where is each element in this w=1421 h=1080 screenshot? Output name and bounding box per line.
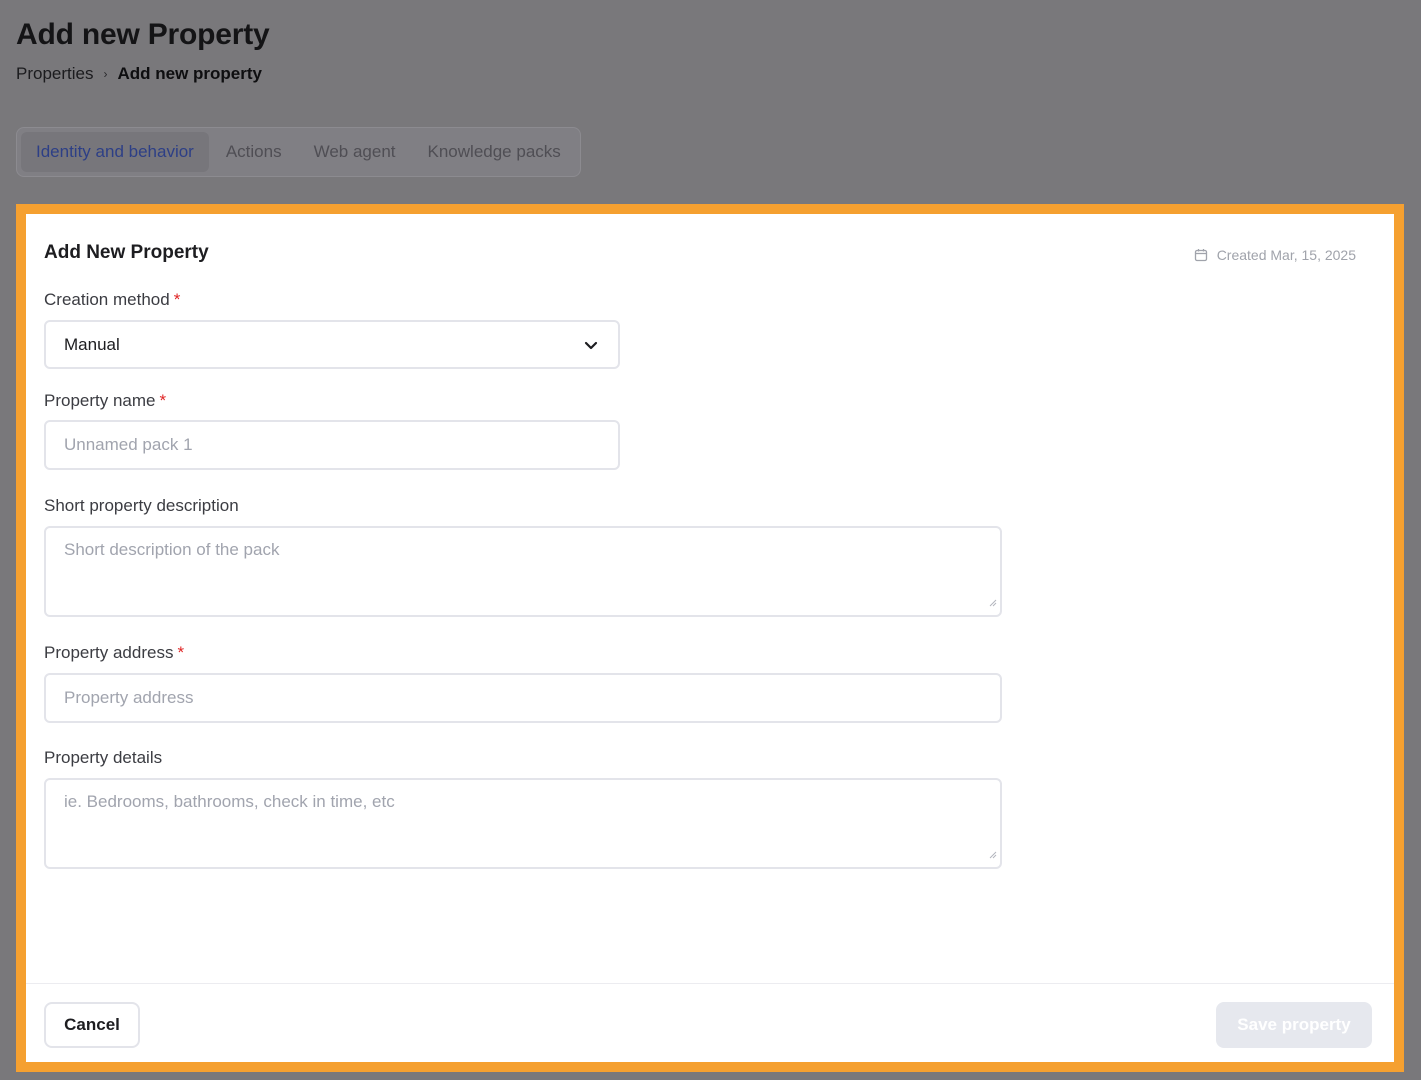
card-title: Add New Property: [44, 242, 209, 263]
resize-handle-icon[interactable]: [989, 592, 997, 612]
required-asterisk: *: [173, 290, 181, 309]
save-property-button[interactable]: Save property: [1216, 1002, 1372, 1048]
page-title: Add new Property: [16, 18, 270, 51]
required-asterisk: *: [177, 643, 185, 662]
short-description-label: Short property description: [44, 496, 239, 515]
required-asterisk: *: [159, 391, 167, 410]
creation-method-select[interactable]: Manual: [44, 320, 620, 369]
short-description-textarea[interactable]: Short description of the pack: [44, 526, 1002, 617]
tab-identity-and-behavior[interactable]: Identity and behavior: [21, 132, 209, 172]
tab-web-agent[interactable]: Web agent: [299, 132, 411, 172]
property-details-textarea[interactable]: ie. Bedrooms, bathrooms, check in time, …: [44, 778, 1002, 869]
property-address-label-text: Property address: [44, 643, 174, 662]
created-date-text: Created Mar, 15, 2025: [1216, 247, 1356, 263]
add-property-card: Add New Property Created Mar, 15, 2025 C…: [26, 214, 1394, 1062]
cancel-button[interactable]: Cancel: [44, 1002, 140, 1048]
creation-method-label: Creation method *: [44, 290, 180, 310]
creation-method-value: Manual: [64, 334, 120, 354]
calendar-icon: [1194, 248, 1208, 262]
property-details-label: Property details: [44, 748, 163, 767]
footer-divider: [26, 983, 1394, 984]
created-date: Created Mar, 15, 2025: [1194, 247, 1356, 263]
property-address-input[interactable]: Property address: [44, 673, 1002, 723]
property-name-label-text: Property name: [44, 391, 156, 410]
property-name-label: Property name *: [44, 391, 166, 411]
short-description-placeholder: Short description of the pack: [64, 540, 280, 559]
property-details-placeholder: ie. Bedrooms, bathrooms, check in time, …: [64, 792, 395, 811]
chevron-down-icon: [584, 335, 598, 355]
tab-knowledge-packs[interactable]: Knowledge packs: [413, 132, 576, 172]
property-name-placeholder: Unnamed pack 1: [64, 435, 193, 454]
creation-method-label-text: Creation method: [44, 290, 170, 309]
property-address-placeholder: Property address: [64, 688, 194, 707]
tab-actions[interactable]: Actions: [211, 132, 297, 172]
breadcrumb-current: Add new property: [117, 64, 262, 83]
tab-bar: Identity and behavior Actions Web agent …: [16, 127, 581, 177]
breadcrumb: Properties › Add new property: [16, 64, 262, 84]
highlight-frame: Add New Property Created Mar, 15, 2025 C…: [16, 204, 1404, 1072]
property-name-input[interactable]: Unnamed pack 1: [44, 420, 620, 470]
breadcrumb-chevron-icon: ›: [103, 67, 108, 81]
resize-handle-icon[interactable]: [989, 844, 997, 864]
breadcrumb-properties-link[interactable]: Properties: [16, 64, 93, 84]
property-address-label: Property address *: [44, 643, 184, 663]
